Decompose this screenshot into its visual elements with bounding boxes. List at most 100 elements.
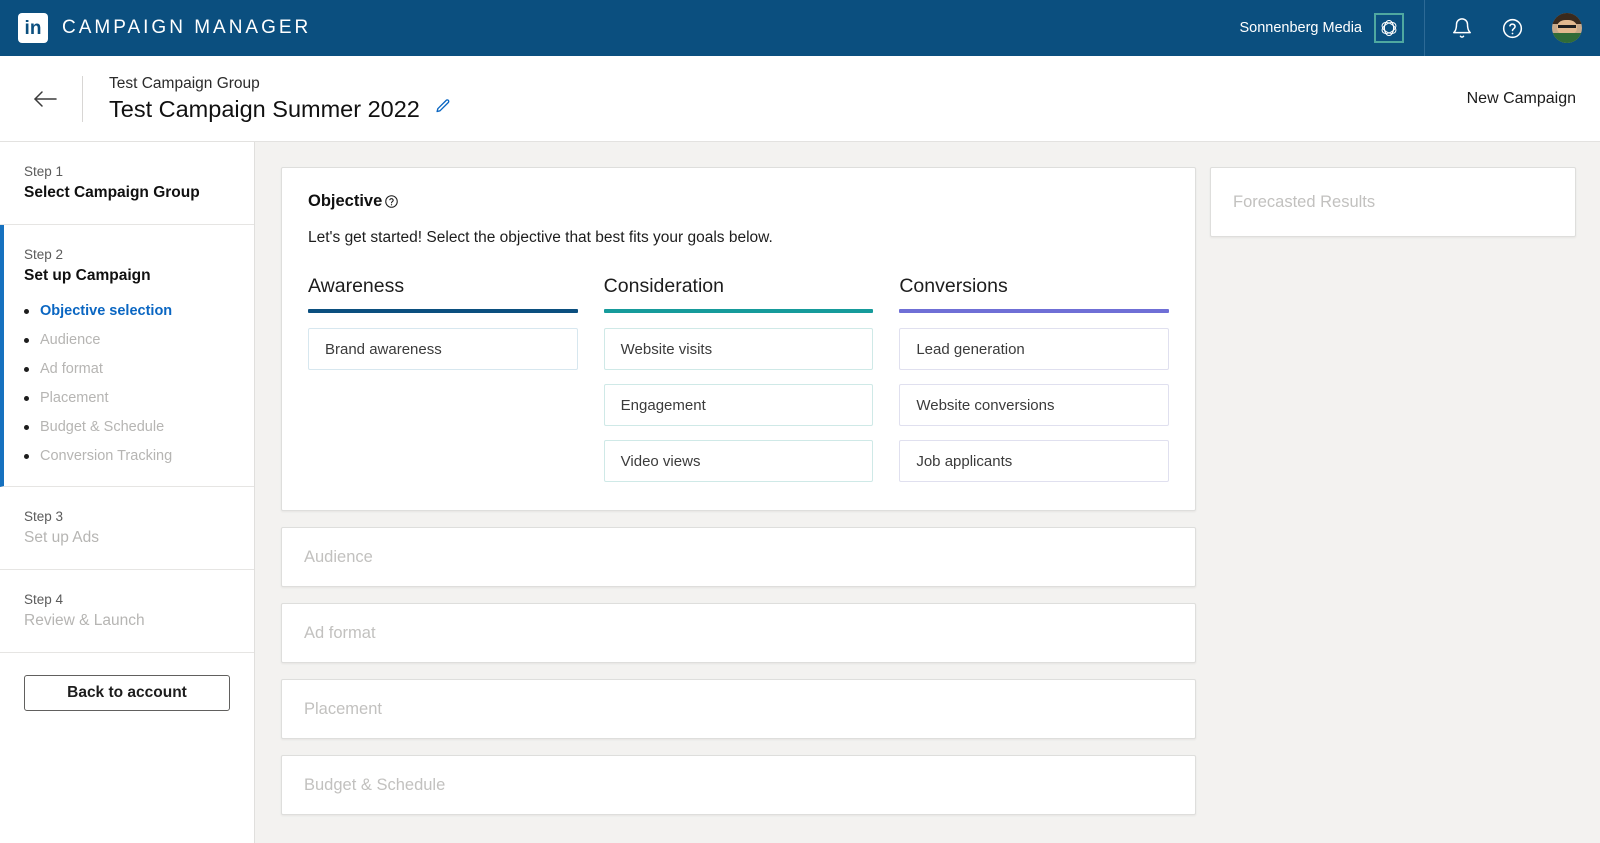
bullet-icon xyxy=(24,367,29,372)
step-1-title: Select Campaign Group xyxy=(24,184,230,202)
breadcrumb: Test Campaign Group Test Campaign Summer… xyxy=(109,75,451,123)
sidebar-item-label: Conversion Tracking xyxy=(40,448,172,464)
account-switcher[interactable]: Sonnenberg Media xyxy=(1239,0,1425,56)
column-underline xyxy=(899,309,1169,313)
step-3-title: Set up Ads xyxy=(24,529,230,547)
column-title: Awareness xyxy=(308,275,578,309)
account-name: Sonnenberg Media xyxy=(1239,20,1362,36)
objective-option-engagement[interactable]: Engagement xyxy=(604,384,874,426)
objective-title: Objective xyxy=(308,192,382,211)
sidebar-item-label: Ad format xyxy=(40,361,103,377)
objective-option-label: Job applicants xyxy=(916,453,1012,470)
objective-subtitle: Let's get started! Select the objective … xyxy=(308,229,1169,247)
step-2-sub-items: Objective selection Audience Ad format P… xyxy=(24,303,230,464)
objective-option-label: Lead generation xyxy=(916,341,1024,358)
sidebar-item-placement[interactable]: Placement xyxy=(24,390,230,406)
header-right-cluster: Sonnenberg Media xyxy=(1239,0,1582,56)
section-card-audience[interactable]: Audience xyxy=(281,527,1196,587)
bullet-icon xyxy=(24,338,29,343)
section-title: Ad format xyxy=(304,624,376,643)
sidebar-item-conversion-tracking[interactable]: Conversion Tracking xyxy=(24,448,230,464)
bullet-icon xyxy=(24,425,29,430)
objective-option-label: Brand awareness xyxy=(325,341,442,358)
linkedin-logo-icon: in xyxy=(18,13,48,43)
objective-option-lead-generation[interactable]: Lead generation xyxy=(899,328,1169,370)
step-2-label: Step 2 xyxy=(24,247,230,262)
objective-card-heading: Objective xyxy=(308,192,1169,211)
step-2-title: Set up Campaign xyxy=(24,267,230,285)
objective-option-brand-awareness[interactable]: Brand awareness xyxy=(308,328,578,370)
objective-column-consideration: Consideration Website visits Engagement … xyxy=(604,275,874,482)
back-to-account-button[interactable]: Back to account xyxy=(24,675,230,711)
objective-option-label: Website conversions xyxy=(916,397,1054,414)
objective-option-video-views[interactable]: Video views xyxy=(604,440,874,482)
objective-option-label: Video views xyxy=(621,453,701,470)
campaign-subheader: Test Campaign Group Test Campaign Summer… xyxy=(0,56,1600,142)
question-circle-icon[interactable] xyxy=(1501,17,1524,40)
avatar-body xyxy=(1552,33,1582,43)
steps-sidebar: Step 1 Select Campaign Group Step 2 Set … xyxy=(0,142,255,843)
column-title: Consideration xyxy=(604,275,874,309)
section-title: Budget & Schedule xyxy=(304,776,445,795)
sidebar-step-2[interactable]: Step 2 Set up Campaign Objective selecti… xyxy=(0,225,254,487)
section-card-budget-schedule[interactable]: Budget & Schedule xyxy=(281,755,1196,815)
step-4-title: Review & Launch xyxy=(24,612,230,630)
main-inner: Objective Let's get started! Select the … xyxy=(281,167,1196,815)
linkedin-logo-glyph: in xyxy=(25,19,42,38)
new-campaign-button[interactable]: New Campaign xyxy=(1467,90,1576,108)
forecasted-results-title: Forecasted Results xyxy=(1233,193,1375,212)
main-content: Objective Let's get started! Select the … xyxy=(255,142,1210,843)
app-header: in CAMPAIGN MANAGER Sonnenberg Media xyxy=(0,0,1600,56)
pencil-edit-icon[interactable] xyxy=(434,98,451,120)
objective-tiles: Website visits Engagement Video views xyxy=(604,328,874,482)
sidebar-step-3[interactable]: Step 3 Set up Ads xyxy=(0,487,254,570)
sidebar-item-ad-format[interactable]: Ad format xyxy=(24,361,230,377)
objective-option-website-conversions[interactable]: Website conversions xyxy=(899,384,1169,426)
swirl-globe-icon xyxy=(1374,13,1404,43)
column-underline xyxy=(604,309,874,313)
objective-column-conversions: Conversions Lead generation Website conv… xyxy=(899,275,1169,482)
section-card-placement[interactable]: Placement xyxy=(281,679,1196,739)
column-underline xyxy=(308,309,578,313)
page-body: Step 1 Select Campaign Group Step 2 Set … xyxy=(0,142,1600,843)
column-title: Conversions xyxy=(899,275,1169,309)
objective-column-awareness: Awareness Brand awareness xyxy=(308,275,578,482)
app-title: CAMPAIGN MANAGER xyxy=(62,17,311,39)
section-title: Audience xyxy=(304,548,373,567)
step-1-label: Step 1 xyxy=(24,164,230,179)
section-card-ad-format[interactable]: Ad format xyxy=(281,603,1196,663)
objective-option-label: Website visits xyxy=(621,341,712,358)
user-avatar[interactable] xyxy=(1552,13,1582,43)
question-circle-icon[interactable] xyxy=(384,194,399,209)
campaign-group-name: Test Campaign Group xyxy=(109,75,451,93)
objective-card: Objective Let's get started! Select the … xyxy=(281,167,1196,511)
sidebar-item-audience[interactable]: Audience xyxy=(24,332,230,348)
sidebar-item-budget-schedule[interactable]: Budget & Schedule xyxy=(24,419,230,435)
page-title: Test Campaign Summer 2022 xyxy=(109,96,420,123)
bullet-icon xyxy=(24,454,29,459)
objective-option-website-visits[interactable]: Website visits xyxy=(604,328,874,370)
objective-columns: Awareness Brand awareness Consideration xyxy=(308,275,1169,482)
step-3-label: Step 3 xyxy=(24,509,230,524)
objective-tiles: Lead generation Website conversions Job … xyxy=(899,328,1169,482)
sidebar-item-label: Budget & Schedule xyxy=(40,419,164,435)
bullet-icon xyxy=(24,396,29,401)
back-arrow-icon[interactable] xyxy=(28,88,62,110)
step-4-label: Step 4 xyxy=(24,592,230,607)
brand-block[interactable]: in CAMPAIGN MANAGER xyxy=(18,13,311,43)
bullet-icon xyxy=(24,309,29,314)
objective-tiles: Brand awareness xyxy=(308,328,578,370)
forecasted-results-card[interactable]: Forecasted Results xyxy=(1210,167,1576,237)
sidebar-step-4[interactable]: Step 4 Review & Launch xyxy=(0,570,254,653)
sidebar-item-objective-selection[interactable]: Objective selection xyxy=(24,303,230,319)
back-to-account-wrap: Back to account xyxy=(0,653,254,733)
sidebar-item-label: Placement xyxy=(40,390,109,406)
header-nav-icons xyxy=(1425,13,1582,43)
sidebar-step-1[interactable]: Step 1 Select Campaign Group xyxy=(0,142,254,225)
subheader-divider xyxy=(82,76,83,122)
bell-icon[interactable] xyxy=(1451,17,1473,39)
objective-option-label: Engagement xyxy=(621,397,706,414)
right-panel: Forecasted Results xyxy=(1210,142,1600,843)
sidebar-item-label: Audience xyxy=(40,332,100,348)
objective-option-job-applicants[interactable]: Job applicants xyxy=(899,440,1169,482)
